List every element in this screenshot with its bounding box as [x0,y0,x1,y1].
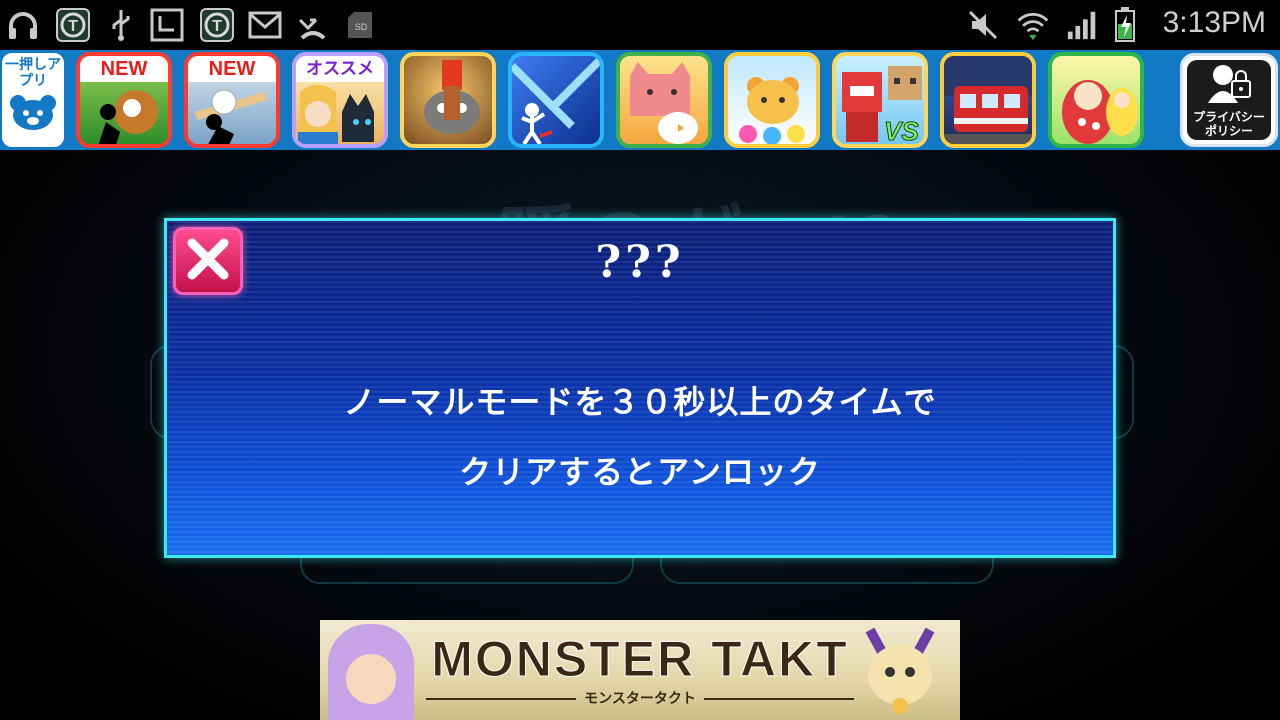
headphones-icon [6,8,40,42]
batter-icon [194,89,268,144]
shield-app-icon: T [200,8,234,42]
matryoshka-icon [1062,80,1138,144]
ad-network-logo[interactable]: 一押しアプリ [2,53,64,147]
gmail-icon [248,8,282,42]
app-tile-robot-vs[interactable]: VS [832,52,928,148]
train-icon [944,56,1032,144]
ad-logo-text: 一押しアプリ [5,57,61,89]
app-badge-new: NEW [80,56,168,82]
app-tile-cat-torch[interactable] [400,52,496,148]
app-badge-recommended: オススメ [296,56,384,82]
app-badge-new: NEW [188,56,276,82]
app-tile-baseball-batter[interactable]: NEW [184,52,280,148]
app-tile-pink-cat-chick[interactable] [616,52,712,148]
cat-torch-icon [424,60,480,134]
app-tile-baseball-glove[interactable]: NEW [76,52,172,148]
banner-title: MONSTER TAKT [431,631,849,688]
pink-cat-chick-icon [630,62,698,144]
bear-puzzle-icon [739,77,805,144]
dialog-message-line-2: クリアするとアンロック [459,453,821,491]
signal-icon [1066,8,1100,42]
status-bar: T T SD 3:13PM [0,0,1280,50]
vs-label: VS [884,116,920,146]
app-tile-bear-puzzle[interactable] [724,52,820,148]
dialog-message-line-1: ノーマルモードを３０秒以上のタイムで [343,383,937,421]
privacy-policy-button[interactable]: プライバシーポリシー [1180,53,1278,147]
dialog-title: ??? [595,237,685,288]
mute-icon [966,8,1000,42]
anime-girl-cat-icon [298,85,374,144]
shield-app-icon: T [56,8,90,42]
sd-card-icon: SD [344,8,378,42]
clock: 3:13PM [1162,6,1266,39]
ad-bar: 一押しアプリ NEW NEW オススメ VS プライバシーポリシー [0,50,1280,150]
app-tile-stick-runner[interactable] [508,52,604,148]
svg-text:SD: SD [355,22,368,32]
app-tile-anime-cat[interactable]: オススメ [292,52,388,148]
stick-runner-icon [512,56,600,144]
banner-subtitle: モンスタータクト [320,688,960,708]
app-tile-matryoshka[interactable] [1048,52,1144,148]
bear-icon [8,93,58,135]
unlock-info-dialog: ??? ノーマルモードを３０秒以上のタイムで クリアするとアンロック [164,218,1116,558]
privacy-policy-label: プライバシーポリシー [1193,109,1265,138]
privacy-policy-panel: プライバシーポリシー [1187,60,1271,140]
app-tile-train[interactable] [940,52,1036,148]
monster-takt-banner-ad[interactable]: MONSTER TAKT モンスタータクト [320,620,960,720]
usb-icon [104,8,138,42]
missed-call-icon [296,8,330,42]
baseball-glove-icon [98,90,158,144]
download-icon [150,8,184,42]
wifi-icon [1016,8,1050,42]
svg-text:T: T [68,18,78,35]
svg-text:T: T [212,18,222,35]
battery-charging-icon [1108,7,1142,42]
person-lock-icon [1206,63,1252,107]
